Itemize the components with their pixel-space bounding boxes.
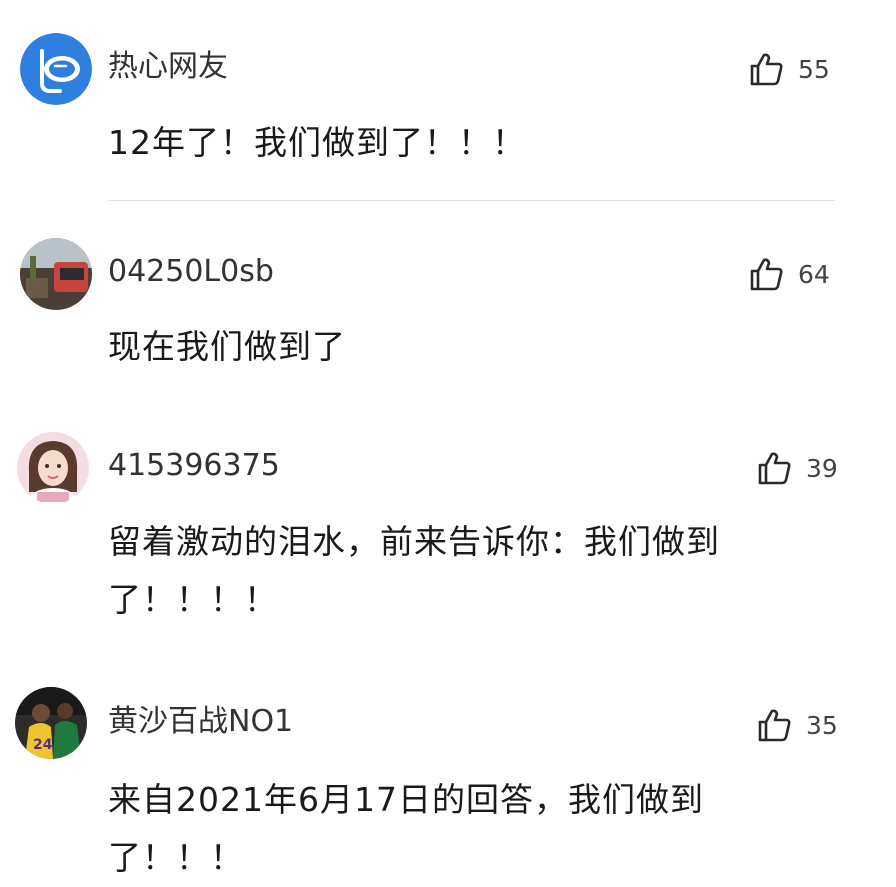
like-button[interactable]: 35 <box>756 703 838 747</box>
username[interactable]: 黄沙百战NO1 <box>108 703 293 741</box>
avatar[interactable]: 24 <box>15 687 87 759</box>
comment-text: 来自2021年6月17日的回答，我们做到了！！！ <box>108 780 704 877</box>
user-photo-avatar: 24 <box>15 687 87 759</box>
thumbs-up-icon <box>758 709 791 742</box>
comment-item: 24 黄沙百战NO1 35 来自2021年6月17日的回答，我们做到了！！！ <box>0 0 896 882</box>
like-count: 35 <box>806 710 838 740</box>
svg-text:24: 24 <box>33 737 53 753</box>
